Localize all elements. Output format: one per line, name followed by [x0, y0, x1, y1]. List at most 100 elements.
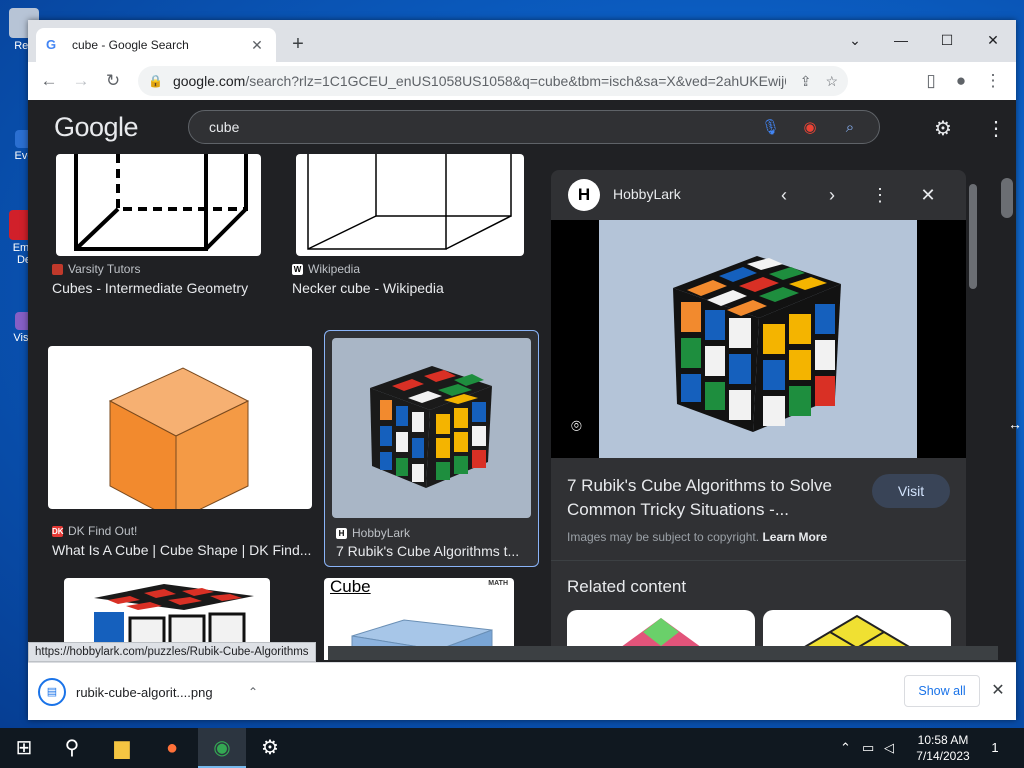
clock-time: 10:58 AM	[917, 733, 969, 747]
panel-header: H HobbyLark ‹ › ⋮ ✕	[551, 170, 966, 220]
notification-center-icon[interactable]: 1	[986, 728, 1004, 768]
result-source-name: Varsity Tutors	[68, 262, 141, 276]
related-content-heading: Related content	[567, 577, 687, 596]
page-scrollbar[interactable]	[998, 154, 1016, 664]
download-filename[interactable]: rubik-cube-algorit....png	[76, 685, 248, 700]
profile-avatar-icon[interactable]: ●	[948, 68, 974, 94]
hobbylark-logo-icon[interactable]: H	[568, 179, 600, 211]
search-icon[interactable]: ⚲	[48, 728, 96, 768]
google-lens-icon[interactable]: ⌾	[571, 416, 582, 437]
result-title[interactable]: Necker cube - Wikipedia	[292, 280, 532, 296]
rubiks-cube-preview-image	[599, 220, 917, 458]
maximize-button[interactable]: ☐	[924, 26, 970, 54]
show-all-button[interactable]: Show all	[904, 675, 980, 707]
chevron-up-icon[interactable]: ⌃	[248, 685, 258, 699]
settings-gear-icon[interactable]: ⚙	[934, 116, 952, 141]
tab-close-icon[interactable]: ✕	[248, 37, 266, 54]
back-button[interactable]: ←	[36, 68, 62, 94]
result-source-name: HobbyLark	[352, 526, 411, 540]
browser-menu-icon[interactable]: ⋮	[980, 68, 1006, 94]
apps-grid-icon[interactable]: ⋮	[986, 116, 1006, 141]
page-scrollbar-thumb[interactable]	[1001, 178, 1013, 218]
download-item[interactable]: ▤ rubik-cube-algorit....png ⌃	[38, 673, 258, 711]
tab-title: cube - Google Search	[72, 38, 189, 52]
next-image-button[interactable]: ›	[819, 182, 845, 208]
previous-image-button[interactable]: ‹	[771, 182, 797, 208]
result-card[interactable]: DK DK Find Out! What Is A Cube | Cube Sha…	[28, 330, 318, 570]
side-panel-icon[interactable]: ▯	[918, 68, 944, 94]
result-source: H HobbyLark	[336, 526, 410, 540]
result-card-selected[interactable]: H HobbyLark 7 Rubik's Cube Algorithms t..…	[324, 330, 539, 567]
tray-chevron-up-icon[interactable]: ⌃	[840, 728, 851, 768]
close-download-bar-icon[interactable]: ✕	[988, 677, 1008, 705]
notification-count: 1	[991, 740, 999, 755]
hobbylark-favicon-icon: H	[336, 527, 347, 539]
copyright-notice: Images may be subject to copyright. Lear…	[567, 530, 827, 544]
search-box[interactable]: cube 🎙 ◉ ⌕	[188, 110, 880, 144]
result-source: W Wikipedia	[292, 262, 360, 276]
horizontal-scrollbar[interactable]	[328, 646, 998, 660]
varsity-tutors-favicon-icon	[52, 263, 63, 275]
bookmark-star-icon[interactable]: ☆	[825, 73, 838, 90]
google-logo[interactable]: Google	[54, 112, 139, 143]
learn-more-link[interactable]: Learn More	[762, 530, 827, 544]
start-button[interactable]: ⊞	[0, 728, 48, 768]
system-clock[interactable]: 10:58 AM 7/14/2023	[908, 732, 978, 764]
more-options-icon[interactable]: ⋮	[867, 182, 893, 208]
result-card[interactable]: W Wikipedia Necker cube - Wikipedia	[292, 154, 542, 304]
panel-scrollbar[interactable]	[968, 170, 978, 645]
panel-source-name[interactable]: HobbyLark	[613, 186, 681, 202]
new-tab-button[interactable]: +	[286, 33, 310, 56]
address-bar[interactable]: 🔒 google.com/search?rlz=1C1GCEU_enUS1058…	[138, 66, 848, 96]
preview-image-area[interactable]: ⌾	[551, 220, 966, 458]
lock-icon[interactable]: 🔒	[148, 74, 163, 88]
google-favicon-icon: G	[46, 37, 57, 52]
result-card[interactable]: Varsity Tutors Cubes - Intermediate Geom…	[28, 154, 288, 304]
resize-cursor-icon: ↔	[1008, 416, 1022, 432]
chrome-icon[interactable]: ◉	[198, 728, 246, 768]
panel-title[interactable]: 7 Rubik's Cube Algorithms to Solve Commo…	[567, 474, 857, 522]
microphone-icon[interactable]: 🎙	[761, 118, 780, 136]
firefox-icon[interactable]: ●	[148, 728, 196, 768]
search-icon[interactable]: ⌕	[841, 119, 859, 136]
lens-icon[interactable]: ◉	[801, 118, 819, 136]
panel-divider	[551, 560, 966, 561]
result-thumbnail[interactable]	[332, 338, 531, 518]
address-url[interactable]: google.com/search?rlz=1C1GCEU_enUS1058US…	[173, 73, 786, 89]
share-icon[interactable]: ⇪	[800, 73, 812, 90]
network-icon[interactable]: ▭	[862, 728, 874, 768]
search-input[interactable]: cube	[209, 119, 739, 135]
panel-scrollbar-thumb[interactable]	[969, 184, 977, 289]
status-bar-url: https://hobbylark.com/puzzles/Rubik-Cube…	[28, 642, 316, 662]
result-title[interactable]: Cubes - Intermediate Geometry	[52, 280, 282, 296]
file-icon: ▤	[38, 678, 66, 706]
reload-button[interactable]: ↻	[100, 68, 126, 94]
clock-date: 7/14/2023	[916, 749, 970, 763]
tab-strip: G cube - Google Search ✕ + ⌄ — ☐ ✕	[28, 20, 1016, 62]
taskbar: ⊞ ⚲ ▆ ● ◉ ⚙ ⌃ ▭ ◁ 10:58 AM 7/14/2023 1	[0, 728, 1024, 768]
wireframe-cube-image	[74, 154, 248, 251]
volume-muted-icon[interactable]: ◁	[884, 728, 894, 768]
necker-cube-image	[307, 154, 512, 250]
result-title[interactable]: 7 Rubik's Cube Algorithms t...	[336, 543, 532, 559]
close-window-button[interactable]: ✕	[970, 26, 1016, 54]
result-thumbnail[interactable]	[48, 346, 312, 509]
dk-favicon-icon: DK	[52, 525, 64, 537]
result-thumbnail[interactable]	[296, 154, 524, 256]
file-explorer-icon[interactable]: ▆	[98, 728, 146, 768]
result-title[interactable]: What Is A Cube | Cube Shape | DK Find...	[52, 542, 312, 558]
result-source-name: DK Find Out!	[68, 524, 138, 538]
visit-button[interactable]: Visit	[872, 474, 950, 508]
close-panel-button[interactable]: ✕	[915, 182, 941, 208]
settings-icon[interactable]: ⚙	[246, 728, 294, 768]
wikipedia-favicon-icon: W	[292, 263, 303, 275]
tab-search-chevron-icon[interactable]: ⌄	[832, 26, 878, 54]
result-source: DK DK Find Out!	[52, 524, 137, 538]
browser-toolbar: ← → ↻ 🔒 google.com/search?rlz=1C1GCEU_en…	[28, 62, 1016, 100]
result-thumbnail[interactable]	[56, 154, 261, 256]
url-host: google.com	[172, 73, 246, 89]
google-header: Google cube 🎙 ◉ ⌕ ⚙ ⋮	[28, 100, 1016, 154]
forward-button[interactable]: →	[68, 68, 94, 94]
tab-google-search[interactable]: G cube - Google Search ✕	[36, 28, 276, 62]
minimize-button[interactable]: —	[878, 26, 924, 54]
